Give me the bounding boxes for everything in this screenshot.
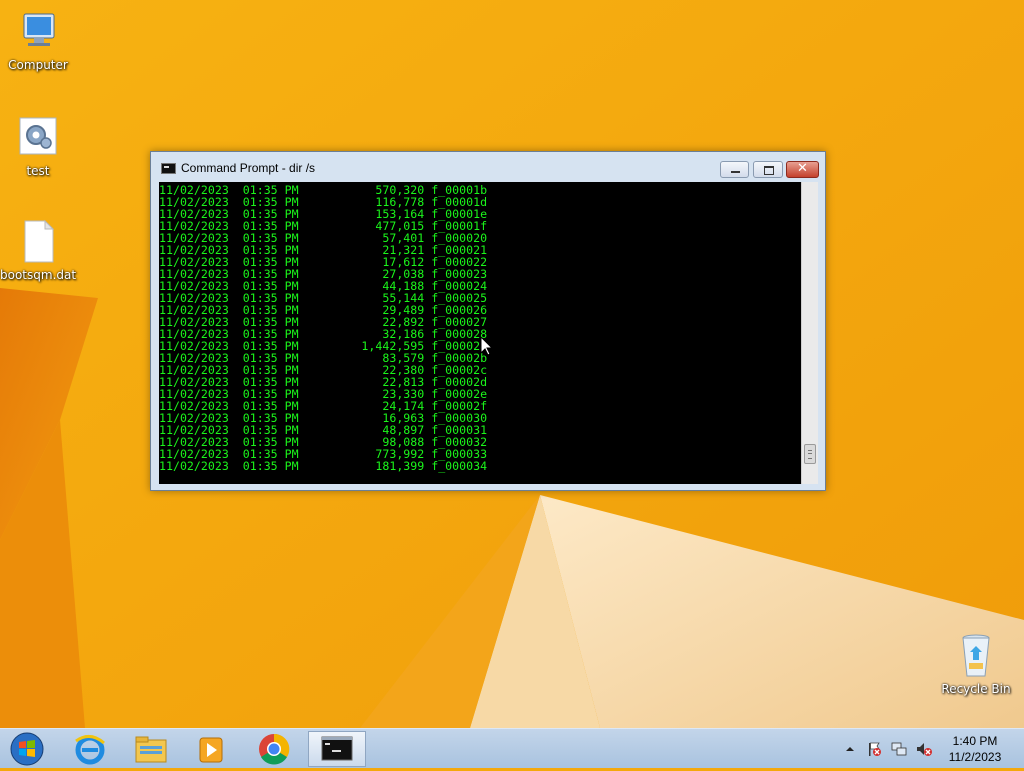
clock-date: 11/2/2023 <box>948 750 1002 764</box>
clock[interactable]: 1:40 PM 11/2/2023 <box>936 733 1014 765</box>
desktop-icon-test[interactable]: test <box>0 114 76 178</box>
desktop-icon-label: test <box>26 164 50 178</box>
media-player-icon <box>199 737 223 763</box>
taskbar-command-prompt[interactable] <box>308 731 366 767</box>
desktop-icon-bootsqm[interactable]: bootsqm.dat <box>0 218 76 282</box>
vertical-scrollbar[interactable] <box>801 182 818 484</box>
file-explorer-icon <box>135 736 167 763</box>
desktop-icon-computer[interactable]: Computer <box>0 8 76 72</box>
action-center-flag-icon[interactable] <box>866 741 882 757</box>
taskbar-chrome[interactable] <box>246 731 302 767</box>
window-titlebar[interactable]: Command Prompt - dir /s ✕ <box>151 152 825 182</box>
system-tray: 1:40 PM 11/2/2023 <box>840 729 1024 769</box>
windows-start-icon <box>10 732 44 766</box>
taskbar-media-player[interactable] <box>183 731 239 767</box>
taskbar: 1:40 PM 11/2/2023 <box>0 728 1024 768</box>
mouse-cursor-icon <box>481 337 493 356</box>
clock-time: 1:40 PM <box>952 734 998 748</box>
start-button[interactable] <box>0 731 52 767</box>
console-lines: 11/02/2023 01:35 PM 570,320 f_00001b 11/0… <box>159 184 487 472</box>
volume-muted-icon[interactable] <box>916 741 932 757</box>
console-output[interactable]: 11/02/2023 01:35 PM 570,320 f_00001b 11/0… <box>159 182 801 484</box>
close-button[interactable]: ✕ <box>786 161 819 178</box>
console-line: 11/02/2023 01:35 PM 181,399 f_000034 <box>159 459 488 473</box>
scrollbar-thumb[interactable] <box>804 444 816 464</box>
internet-explorer-icon <box>75 735 105 765</box>
chrome-icon <box>259 733 290 765</box>
show-hidden-icons-chevron[interactable] <box>842 741 858 757</box>
desktop-icon-recycle-bin[interactable]: Recycle Bin <box>936 632 1016 696</box>
taskbar-internet-explorer[interactable] <box>62 731 118 767</box>
desktop-icon-label: bootsqm.dat <box>0 268 77 282</box>
command-prompt-window[interactable]: Command Prompt - dir /s ✕ 11/02/2023 01:… <box>150 151 826 491</box>
taskbar-file-explorer[interactable] <box>123 731 179 767</box>
desktop-icon-label: Recycle Bin <box>941 682 1011 696</box>
recycle-bin-icon <box>952 632 1000 680</box>
network-icon[interactable] <box>891 741 907 757</box>
file-icon <box>14 218 62 266</box>
maximize-button[interactable] <box>753 161 783 178</box>
desktop-icon-label: Computer <box>8 58 68 72</box>
close-icon: ✕ <box>797 161 808 176</box>
window-title: Command Prompt - dir /s <box>181 161 316 175</box>
settings-file-icon <box>14 114 62 162</box>
command-prompt-icon[interactable] <box>161 163 176 174</box>
computer-icon <box>14 8 62 56</box>
minimize-button[interactable] <box>720 161 749 178</box>
command-prompt-icon <box>321 736 353 761</box>
